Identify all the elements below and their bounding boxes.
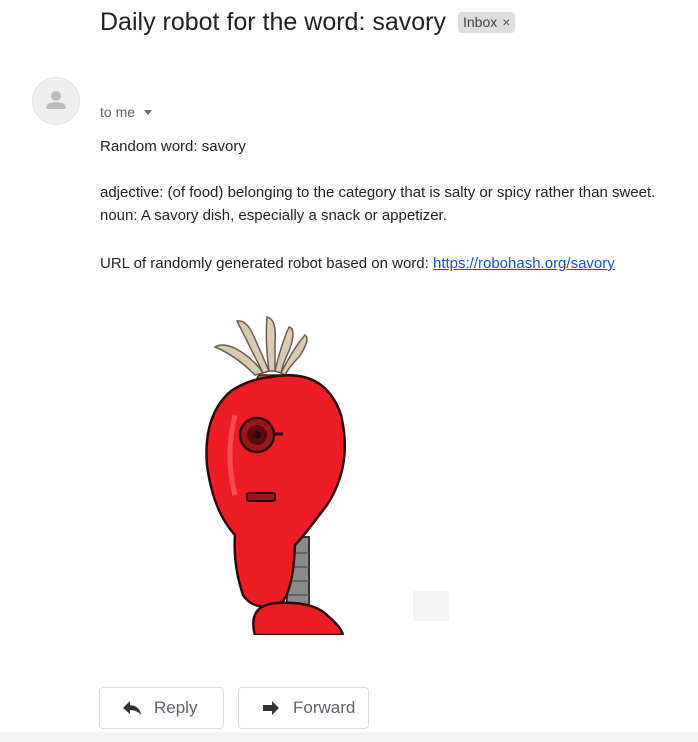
reply-arrow-icon <box>122 700 142 716</box>
person-icon <box>46 91 66 109</box>
reply-button[interactable]: Reply <box>99 687 224 729</box>
url-prefix-text: URL of randomly generated robot based on… <box>100 255 433 272</box>
robot-body <box>252 601 345 635</box>
sender-avatar[interactable] <box>32 77 80 125</box>
robohash-link[interactable]: https://robohash.org/savory <box>433 255 615 272</box>
forward-button[interactable]: Forward <box>238 687 369 729</box>
email-view: Daily robot for the word: savory Inbox ×… <box>0 0 698 742</box>
robot-head <box>205 374 347 608</box>
robot-mouth <box>246 492 276 502</box>
background-shadow <box>413 591 449 621</box>
noun-definition: noun: A savory dish, especially a snack … <box>100 207 447 224</box>
subject-row: Daily robot for the word: savory Inbox × <box>100 8 516 37</box>
random-word-line: Random word: savory <box>100 138 246 155</box>
inbox-label-text: Inbox <box>462 14 498 30</box>
recipient-text: to me <box>100 104 136 120</box>
email-subject: Daily robot for the word: savory <box>100 8 446 36</box>
bottom-divider <box>0 732 698 742</box>
forward-arrow-icon <box>261 700 281 716</box>
robot-hair <box>213 316 308 377</box>
inbox-label-chip[interactable]: Inbox × <box>457 12 516 33</box>
forward-label: Forward <box>293 698 356 717</box>
chevron-down-icon[interactable] <box>144 109 153 115</box>
robot-url-line: URL of randomly generated robot based on… <box>100 255 615 272</box>
adjective-definition: adjective: (of food) belonging to the ca… <box>100 184 656 201</box>
reply-label: Reply <box>154 698 198 717</box>
recipient-details[interactable]: to me <box>100 104 153 120</box>
remove-label-icon[interactable]: × <box>502 14 510 30</box>
robot-image <box>205 316 449 635</box>
